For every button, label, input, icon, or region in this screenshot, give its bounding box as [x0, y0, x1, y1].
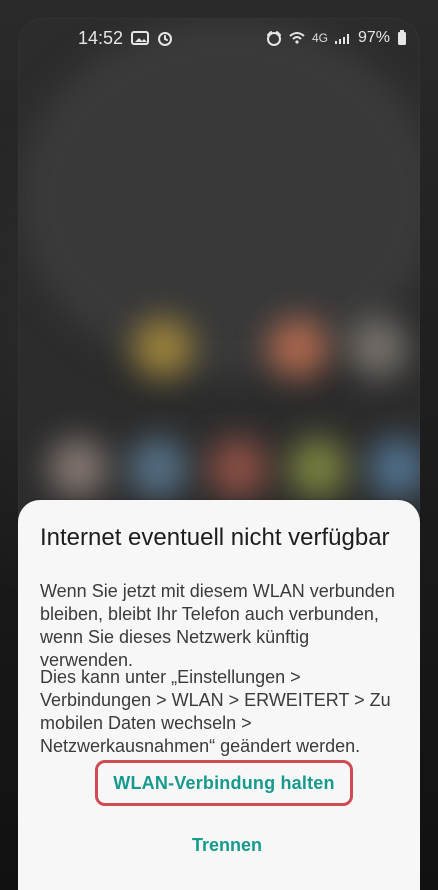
disconnect-button[interactable]: Trennen	[137, 825, 317, 865]
keep-wifi-button[interactable]: WLAN-Verbindung halten	[95, 760, 353, 806]
blur-blob	[48, 438, 108, 498]
status-time: 14:52	[78, 28, 124, 48]
network-label: 4G	[311, 31, 328, 45]
battery-text: 97%	[357, 29, 390, 46]
status-bar: 14:52 4G 97%	[18, 18, 420, 58]
blur-blob	[368, 438, 420, 498]
alarm-icon	[157, 30, 173, 46]
dialog-sheet: Internet eventuell nicht verfügbar Wenn …	[18, 500, 420, 890]
blur-blob	[128, 438, 188, 498]
blur-blob	[268, 318, 328, 378]
image-icon	[131, 31, 150, 45]
signal-icon	[334, 31, 352, 45]
dialog-message-2: Dies kann unter „Einstellungen > Verbind…	[40, 667, 391, 756]
status-left: 14:52	[78, 18, 173, 58]
blur-blob	[288, 438, 348, 498]
blur-blob	[208, 438, 268, 498]
dialog-message-1: Wenn Sie jetzt mit diesem WLAN verbunden…	[40, 581, 395, 670]
battery-icon	[396, 30, 408, 46]
status-right: 4G 97%	[266, 18, 408, 58]
blur-blob	[133, 318, 193, 378]
alarm-icon	[266, 30, 282, 46]
phone-screen: 14:52 4G 97% Internet eventuell nicht ve…	[0, 0, 438, 890]
wifi-icon	[288, 31, 306, 45]
dialog-title: Internet eventuell nicht verfügbar	[40, 524, 390, 551]
blur-blob	[348, 318, 408, 378]
